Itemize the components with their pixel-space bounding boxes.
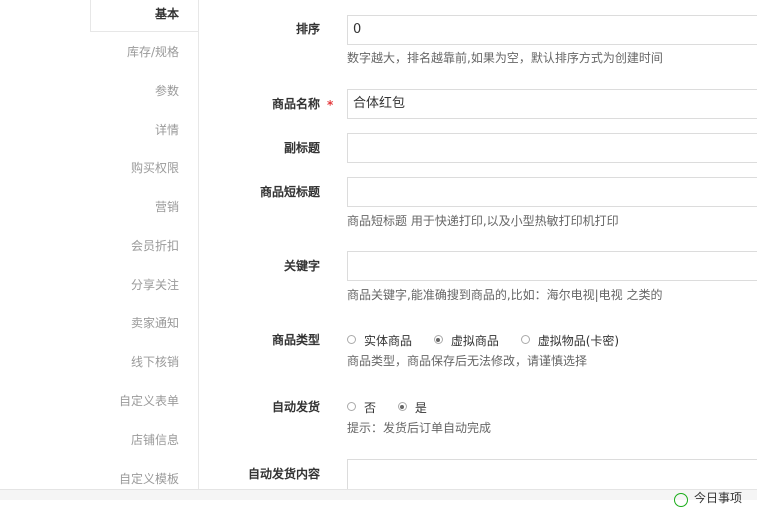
radio-no-label[interactable]: 否	[364, 398, 376, 418]
keywords-label: 关键字	[283, 259, 320, 273]
auto-ship-radio-group: 否 是	[347, 397, 445, 417]
radio-virtual-card-label[interactable]: 虚拟物品(卡密)	[538, 331, 619, 351]
sidebar-item-basic[interactable]: 基本	[155, 4, 179, 24]
sidebar-item-params[interactable]: 参数	[155, 81, 179, 101]
sidebar-item-seller-notify[interactable]: 卖家通知	[131, 313, 179, 333]
radio-physical[interactable]	[347, 335, 356, 344]
radio-yes-label[interactable]: 是	[415, 398, 427, 418]
bottom-bar	[0, 489, 757, 500]
sidebar-item-custom-template[interactable]: 自定义模板	[119, 469, 179, 489]
radio-virtual[interactable]	[433, 335, 443, 344]
product-name-label: 商品名称	[271, 97, 320, 111]
todo-label[interactable]: 今日事项	[694, 491, 742, 505]
short-title-help: 商品短标题 用于快递打印,以及小型热敏打印机打印	[347, 214, 619, 228]
short-title-label: 商品短标题	[259, 185, 320, 199]
sort-label: 排序	[295, 22, 320, 36]
radio-virtual-label[interactable]: 虚拟商品	[451, 331, 499, 351]
short-title-input[interactable]	[347, 177, 757, 207]
sidebar-item-offline-verify[interactable]: 线下核销	[131, 352, 179, 372]
subtitle-label: 副标题	[283, 141, 320, 155]
auto-ship-help: 提示：发货后订单自动完成	[347, 421, 492, 435]
keywords-input[interactable]	[347, 251, 757, 281]
sidebar-nav: 基本 库存/规格 参数 详情 购买权限 营销 会员折扣 分享关注 卖家通知 线下…	[0, 0, 198, 499]
sidebar-divider	[198, 0, 199, 499]
sidebar-item-member-discount[interactable]: 会员折扣	[131, 236, 179, 256]
sidebar-item-marketing[interactable]: 营销	[155, 197, 179, 217]
radio-yes[interactable]	[397, 402, 407, 411]
subtitle-input[interactable]	[347, 133, 757, 163]
sidebar-item-stock-spec[interactable]: 库存/规格	[127, 42, 179, 62]
auto-ship-label: 自动发货	[271, 400, 320, 414]
required-mark: *	[327, 98, 334, 112]
product-type-help: 商品类型，商品保存后无法修改，请谨慎选择	[347, 354, 588, 368]
todo-icon[interactable]	[674, 493, 688, 507]
sort-input[interactable]: 0	[347, 15, 757, 45]
sort-help: 数字越大，排名越靠前,如果为空，默认排序方式为创建时间	[347, 51, 663, 65]
keywords-help: 商品关键字,能准确搜到商品的,比如：海尔电视|电视 之类的	[347, 288, 663, 302]
sidebar-item-details[interactable]: 详情	[155, 120, 179, 140]
sidebar-active-indicator	[90, 0, 198, 32]
product-name-input[interactable]: 合体红包	[347, 89, 757, 119]
sidebar-item-purchase-permission[interactable]: 购买权限	[131, 158, 179, 178]
radio-no[interactable]	[347, 402, 356, 411]
sidebar-item-shop-info[interactable]: 店铺信息	[131, 430, 179, 450]
product-type-radio-group: 实体商品 虚拟商品 虚拟物品(卡密)	[347, 330, 637, 350]
product-type-label: 商品类型	[271, 333, 320, 347]
radio-physical-label[interactable]: 实体商品	[364, 331, 412, 351]
sidebar-item-custom-form[interactable]: 自定义表单	[119, 391, 179, 411]
sidebar-item-share-follow[interactable]: 分享关注	[131, 275, 179, 295]
auto-ship-content-label: 自动发货内容	[247, 467, 320, 481]
radio-virtual-card[interactable]	[520, 335, 530, 344]
